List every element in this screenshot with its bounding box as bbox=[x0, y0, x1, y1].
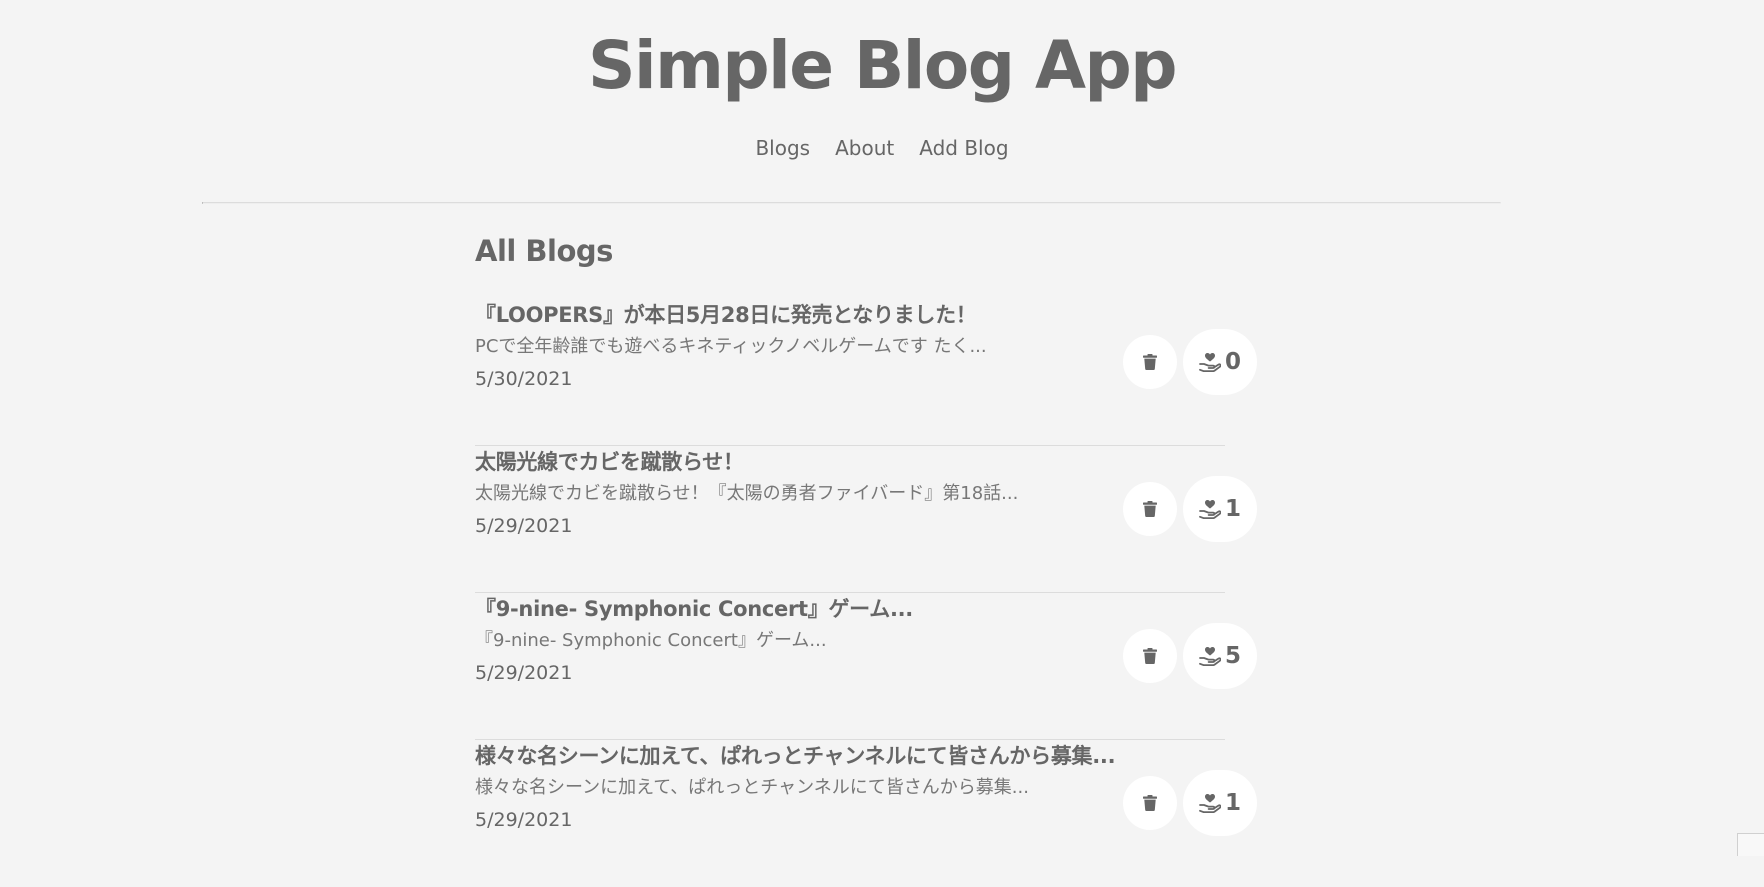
delete-button[interactable] bbox=[1123, 482, 1177, 536]
blog-actions: 0 bbox=[1123, 329, 1257, 395]
main-nav: Blogs About Add Blog bbox=[0, 136, 1764, 160]
blog-item: 『LOOPERS』が本日5月28日に発売となりました！ PCで全年齢誰でも遊べる… bbox=[475, 299, 1257, 446]
hand-heart-icon bbox=[1199, 500, 1221, 519]
like-button[interactable]: 1 bbox=[1183, 770, 1257, 836]
blog-date: 5/29/2021 bbox=[475, 662, 573, 684]
like-button[interactable]: 1 bbox=[1183, 476, 1257, 542]
header-divider bbox=[202, 202, 1501, 204]
nav-link-add-blog[interactable]: Add Blog bbox=[919, 136, 1008, 160]
blog-actions: 5 bbox=[1123, 623, 1257, 689]
blog-list: 『LOOPERS』が本日5月28日に発売となりました！ PCで全年齢誰でも遊べる… bbox=[475, 299, 1257, 887]
blog-actions: 1 bbox=[1123, 770, 1257, 836]
blog-item: 太陽光線でカビを蹴散らせ！ 太陽光線でカビを蹴散らせ！『太陽の勇者ファイバード』… bbox=[475, 446, 1257, 593]
delete-button[interactable] bbox=[1123, 776, 1177, 830]
hand-heart-icon bbox=[1199, 794, 1221, 813]
like-button[interactable]: 5 bbox=[1183, 623, 1257, 689]
blog-title[interactable]: 『9-nine- Symphonic Concert』ゲーム... bbox=[475, 593, 1115, 625]
blog-item: 『9-nine- Symphonic Concert』ゲーム... 『9-nin… bbox=[475, 593, 1257, 740]
app-title: Simple Blog App bbox=[587, 27, 1178, 104]
corner-widget bbox=[1737, 833, 1764, 856]
trash-icon bbox=[1143, 354, 1157, 370]
blog-title[interactable]: 太陽光線でカビを蹴散らせ！ bbox=[475, 446, 1115, 478]
like-button[interactable]: 0 bbox=[1183, 329, 1257, 395]
delete-button[interactable] bbox=[1123, 335, 1177, 389]
blog-item-text: 太陽光線でカビを蹴散らせ！ 太陽光線でカビを蹴散らせ！『太陽の勇者ファイバード』… bbox=[475, 446, 1115, 542]
blog-list-section: All Blogs 『LOOPERS』が本日5月28日に発売となりました！ PC… bbox=[475, 228, 1257, 887]
hand-heart-icon bbox=[1199, 353, 1221, 372]
like-count: 1 bbox=[1224, 496, 1241, 522]
blog-snippet: 様々な名シーンに加えて、ぱれっとチャンネルにて皆さんから募集... bbox=[475, 777, 1029, 798]
blog-snippet: PCで全年齢誰でも遊べるキネティックノベルゲームです たく... bbox=[475, 336, 987, 357]
blog-title[interactable]: 『LOOPERS』が本日5月28日に発売となりました！ bbox=[475, 299, 1115, 331]
blog-item-text: 『9-nine- Symphonic Concert』ゲーム... 『9-nin… bbox=[475, 593, 1115, 689]
delete-button[interactable] bbox=[1123, 629, 1177, 683]
blog-date: 5/29/2021 bbox=[475, 809, 573, 831]
blog-item-text: 『LOOPERS』が本日5月28日に発売となりました！ PCで全年齢誰でも遊べる… bbox=[475, 299, 1115, 395]
trash-icon bbox=[1143, 648, 1157, 664]
like-count: 1 bbox=[1224, 790, 1241, 816]
hand-heart-icon bbox=[1199, 647, 1221, 666]
section-title: All Blogs bbox=[475, 234, 613, 268]
blog-snippet: 太陽光線でカビを蹴散らせ！『太陽の勇者ファイバード』第18話... bbox=[475, 483, 1019, 504]
blog-title[interactable]: 様々な名シーンに加えて、ぱれっとチャンネルにて皆さんから募集... bbox=[475, 740, 1115, 772]
site-header: Simple Blog App Blogs About Add Blog bbox=[0, 0, 1764, 161]
nav-link-about[interactable]: About bbox=[835, 136, 894, 160]
blog-actions: 1 bbox=[1123, 476, 1257, 542]
nav-link-blogs[interactable]: Blogs bbox=[755, 136, 810, 160]
like-count: 0 bbox=[1224, 349, 1241, 375]
blog-item-text: 様々な名シーンに加えて、ぱれっとチャンネルにて皆さんから募集... 様々な名シー… bbox=[475, 740, 1115, 836]
blog-item: 様々な名シーンに加えて、ぱれっとチャンネルにて皆さんから募集... 様々な名シー… bbox=[475, 740, 1257, 887]
trash-icon bbox=[1143, 795, 1157, 811]
blog-date: 5/30/2021 bbox=[475, 368, 573, 390]
like-count: 5 bbox=[1224, 643, 1241, 669]
trash-icon bbox=[1143, 501, 1157, 517]
blog-snippet: 『9-nine- Symphonic Concert』ゲーム... bbox=[475, 630, 827, 651]
blog-date: 5/29/2021 bbox=[475, 515, 573, 537]
